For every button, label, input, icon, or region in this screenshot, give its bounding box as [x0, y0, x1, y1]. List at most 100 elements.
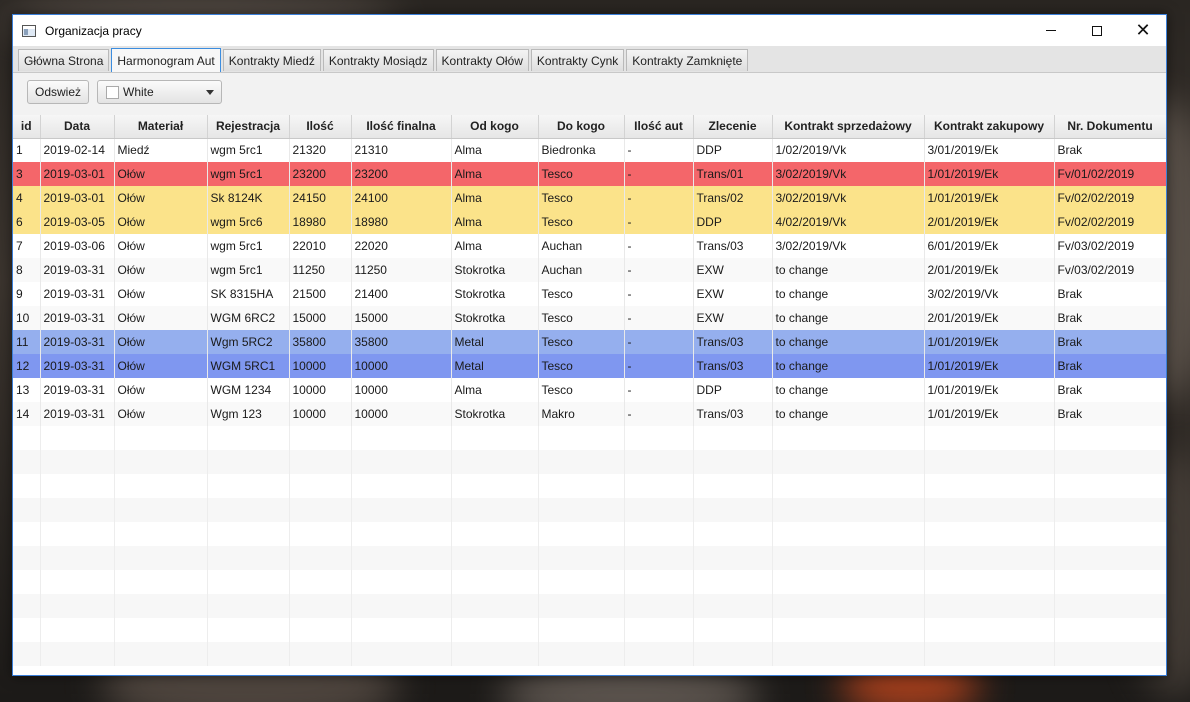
table-cell[interactable]: 24100	[351, 186, 452, 210]
table-cell[interactable]: 10000	[351, 402, 452, 426]
table-cell[interactable]: SK 8315HA	[207, 282, 290, 306]
row-color-select[interactable]: White	[97, 80, 223, 104]
column-header[interactable]: Zlecenie	[693, 115, 773, 139]
table-cell[interactable]: Wgm 5RC2	[207, 330, 290, 354]
table-cell[interactable]: Alma	[451, 162, 539, 186]
column-header[interactable]: Do kogo	[538, 115, 625, 139]
table-cell[interactable]: 21400	[351, 282, 452, 306]
table-cell[interactable]: 2019-03-31	[40, 402, 115, 426]
table-cell[interactable]: -	[624, 330, 694, 354]
table-cell[interactable]: Ołów	[114, 258, 208, 282]
table-cell[interactable]: Auchan	[538, 234, 625, 258]
table-cell[interactable]: Tesco	[538, 162, 625, 186]
table-cell[interactable]: 1/02/2019/Vk	[772, 138, 925, 162]
table-cell[interactable]: 2019-03-31	[40, 306, 115, 330]
table-cell[interactable]: Trans/03	[693, 234, 773, 258]
table-cell[interactable]: 18980	[289, 210, 352, 234]
table-cell[interactable]: wgm 5rc1	[207, 162, 290, 186]
table-cell[interactable]: 2019-03-06	[40, 234, 115, 258]
table-row[interactable]: 11 2019-03-31 Ołów Wgm 5RC2 35800 35800 Metal T…	[13, 330, 1166, 354]
table-cell[interactable]: 10000	[351, 354, 452, 378]
table-cell[interactable]: 10	[13, 306, 41, 330]
table-cell[interactable]: to change	[772, 378, 925, 402]
table-cell[interactable]: Tesco	[538, 282, 625, 306]
table-cell[interactable]: wgm 5rc1	[207, 138, 290, 162]
table-cell[interactable]: 12	[13, 354, 41, 378]
tab-kontrakty-cynk[interactable]: Kontrakty Cynk	[530, 49, 625, 71]
table-cell[interactable]: 10000	[289, 402, 352, 426]
table-cell[interactable]: 21310	[351, 138, 452, 162]
table-cell[interactable]: 1/01/2019/Ek	[924, 378, 1055, 402]
table-cell[interactable]: 2019-03-01	[40, 162, 115, 186]
table-cell[interactable]: Stokrotka	[451, 402, 539, 426]
table-cell[interactable]: Makro	[538, 402, 625, 426]
table-cell[interactable]: Tesco	[538, 330, 625, 354]
table-cell[interactable]: 2019-03-05	[40, 210, 115, 234]
table-cell[interactable]: Miedź	[114, 138, 208, 162]
table-cell[interactable]: to change	[772, 402, 925, 426]
tab-kontrakty-mosiądz[interactable]: Kontrakty Mosiądz	[322, 49, 434, 71]
table-cell[interactable]: 9	[13, 282, 41, 306]
table-cell[interactable]: to change	[772, 330, 925, 354]
table-cell[interactable]: 15000	[289, 306, 352, 330]
table-cell[interactable]: DDP	[693, 138, 773, 162]
table-cell[interactable]: -	[624, 282, 694, 306]
table-cell[interactable]: Fv/02/02/2019	[1054, 210, 1166, 234]
table-cell[interactable]: 35800	[351, 330, 452, 354]
column-header[interactable]: id	[13, 115, 41, 139]
table-cell[interactable]: 8	[13, 258, 41, 282]
table-cell[interactable]: Ołów	[114, 306, 208, 330]
table-cell[interactable]: Metal	[451, 330, 539, 354]
table-cell[interactable]: 1/01/2019/Ek	[924, 162, 1055, 186]
table-cell[interactable]: Fv/01/02/2019	[1054, 162, 1166, 186]
column-header[interactable]: Kontrakt zakupowy	[924, 115, 1055, 139]
table-cell[interactable]: 1/01/2019/Ek	[924, 354, 1055, 378]
table-row[interactable]: 13 2019-03-31 Ołów WGM 1234 10000 10000 Alma Te…	[13, 378, 1166, 402]
table-cell[interactable]: Brak	[1054, 402, 1166, 426]
table-row[interactable]: 3 2019-03-01 Ołów wgm 5rc1 23200 23200 Alma Tes…	[13, 162, 1166, 186]
table-row[interactable]: 4 2019-03-01 Ołów Sk 8124K 24150 24100 Alma Tes…	[13, 186, 1166, 210]
table-cell[interactable]: Ołów	[114, 162, 208, 186]
table-cell[interactable]: EXW	[693, 258, 773, 282]
table-cell[interactable]: 11250	[351, 258, 452, 282]
table-cell[interactable]: 10000	[289, 354, 352, 378]
table-cell[interactable]: 10000	[289, 378, 352, 402]
table-cell[interactable]: Tesco	[538, 354, 625, 378]
table-cell[interactable]: -	[624, 258, 694, 282]
table-cell[interactable]: 2/01/2019/Ek	[924, 306, 1055, 330]
table-row[interactable]: 6 2019-03-05 Ołów wgm 5rc6 18980 18980 Alma Tes…	[13, 210, 1166, 234]
table-cell[interactable]: 3	[13, 162, 41, 186]
table-cell[interactable]: EXW	[693, 306, 773, 330]
table-cell[interactable]: to change	[772, 282, 925, 306]
table-row[interactable]: 1 2019-02-14 Miedź wgm 5rc1 21320 21310 Alma Bi…	[13, 138, 1166, 162]
table-cell[interactable]: Alma	[451, 210, 539, 234]
table-cell[interactable]: 2/01/2019/Ek	[924, 210, 1055, 234]
table-cell[interactable]: 1/01/2019/Ek	[924, 402, 1055, 426]
table-cell[interactable]: Metal	[451, 354, 539, 378]
table-cell[interactable]: 1/01/2019/Ek	[924, 330, 1055, 354]
table-cell[interactable]: Brak	[1054, 138, 1166, 162]
table-row[interactable]: 7 2019-03-06 Ołów wgm 5rc1 22010 22020 Alma Auc…	[13, 234, 1166, 258]
table-cell[interactable]: 3/02/2019/Vk	[772, 162, 925, 186]
close-button[interactable]: ✕	[1120, 15, 1166, 46]
table-cell[interactable]: -	[624, 162, 694, 186]
table-cell[interactable]: 7	[13, 234, 41, 258]
table-cell[interactable]: Brak	[1054, 354, 1166, 378]
table-cell[interactable]: Ołów	[114, 378, 208, 402]
table-cell[interactable]: 1/01/2019/Ek	[924, 186, 1055, 210]
table-cell[interactable]: 14	[13, 402, 41, 426]
table-cell[interactable]: Brak	[1054, 330, 1166, 354]
maximize-button[interactable]	[1074, 15, 1120, 46]
table-cell[interactable]: Stokrotka	[451, 306, 539, 330]
table-cell[interactable]: 13	[13, 378, 41, 402]
table-cell[interactable]: Brak	[1054, 378, 1166, 402]
column-header[interactable]: Nr. Dokumentu	[1054, 115, 1166, 139]
table-cell[interactable]: 23200	[289, 162, 352, 186]
table-cell[interactable]: Ołów	[114, 210, 208, 234]
table-row[interactable]: 12 2019-03-31 Ołów WGM 5RC1 10000 10000 Metal T…	[13, 354, 1166, 378]
table-cell[interactable]: 2019-03-31	[40, 282, 115, 306]
table-cell[interactable]: 22020	[351, 234, 452, 258]
table-cell[interactable]: Ołów	[114, 186, 208, 210]
table-cell[interactable]: Wgm 123	[207, 402, 290, 426]
table-cell[interactable]: 6/01/2019/Ek	[924, 234, 1055, 258]
